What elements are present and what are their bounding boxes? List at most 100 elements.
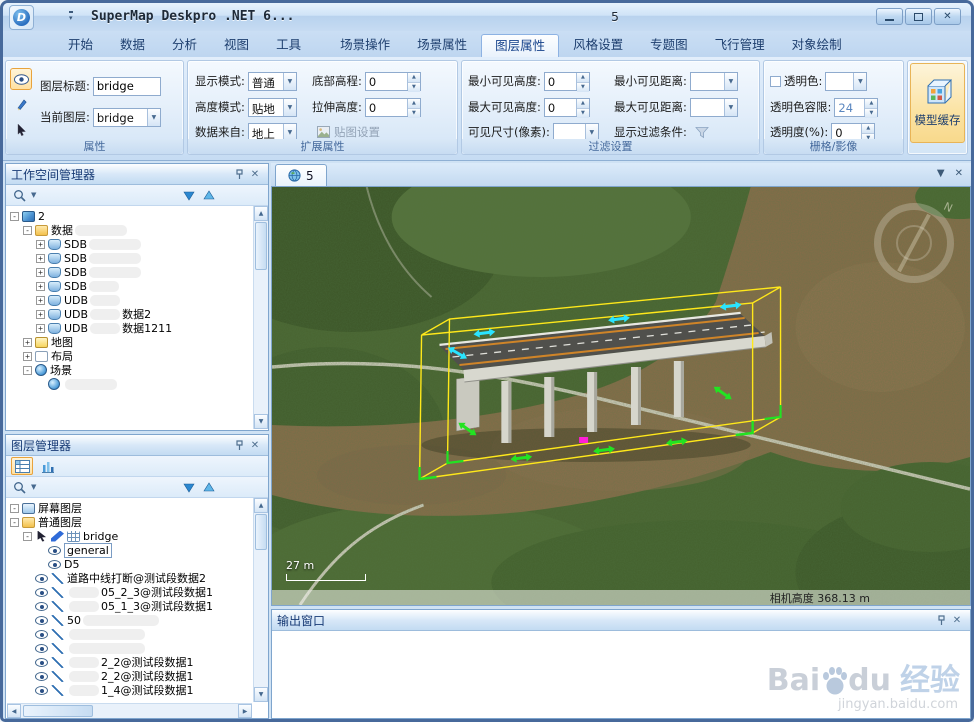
expand-icon[interactable]: +: [23, 337, 32, 347]
compass[interactable]: N: [874, 200, 954, 283]
layer-editable-toggle-button[interactable]: [10, 93, 32, 115]
layer-selectable-toggle-button[interactable]: [10, 118, 32, 140]
tree-item[interactable]: 50: [7, 613, 252, 627]
ribbon-tab-11[interactable]: 飞行管理: [702, 34, 778, 57]
max-visible-height-stepper[interactable]: 0 ▲ ▼: [543, 97, 590, 118]
expand-icon[interactable]: +: [36, 281, 45, 291]
scroll-thumb[interactable]: [255, 514, 267, 550]
move-up-icon[interactable]: [201, 479, 217, 495]
ribbon-tab-1[interactable]: 开始: [55, 34, 106, 57]
tree-item[interactable]: + 地图: [7, 335, 252, 349]
bottom-elevation-stepper[interactable]: 0 ▲ ▼: [364, 71, 421, 92]
spin-down-icon[interactable]: ▼: [865, 108, 878, 118]
tree-item[interactable]: - 数据: [7, 223, 252, 237]
search-dropdown-icon[interactable]: ▼: [31, 191, 36, 199]
expand-icon[interactable]: +: [36, 267, 45, 277]
dropdown-arrow-icon[interactable]: ▼: [282, 123, 296, 141]
search-icon[interactable]: [11, 479, 27, 495]
ribbon-tab-2[interactable]: 数据: [107, 34, 158, 57]
maximize-button[interactable]: [905, 8, 932, 25]
ribbon-tab-10[interactable]: 专题图: [637, 34, 701, 57]
close-button[interactable]: ✕: [934, 8, 961, 25]
spin-down-icon[interactable]: ▼: [407, 108, 420, 118]
scroll-right-icon[interactable]: ▶: [238, 704, 252, 718]
tree-item[interactable]: + UDB: [7, 293, 252, 307]
tree-item[interactable]: 道路中线打断@测试段数据2: [7, 571, 252, 585]
scroll-thumb[interactable]: [255, 222, 267, 270]
spin-up-icon[interactable]: ▲: [576, 98, 589, 109]
tree-item[interactable]: - bridge: [7, 529, 252, 543]
dropdown-arrow-icon[interactable]: ▼: [282, 72, 296, 90]
height-mode-select[interactable]: 贴地 ▼: [247, 97, 297, 117]
layer-hscrollbar[interactable]: ◀ ▶: [7, 703, 252, 718]
app-logo-icon[interactable]: D: [9, 5, 34, 30]
close-document-icon[interactable]: ✕: [955, 168, 963, 179]
tree-item[interactable]: + 布局: [7, 349, 252, 363]
ribbon-tab-6[interactable]: 场景操作: [327, 34, 403, 57]
collapse-icon[interactable]: -: [23, 365, 32, 375]
move-up-icon[interactable]: [201, 187, 217, 203]
dropdown-arrow-icon[interactable]: ▼: [282, 98, 296, 116]
layer-scrollbar[interactable]: ▲ ▼: [253, 498, 268, 702]
tree-item[interactable]: [7, 641, 252, 655]
search-dropdown-icon[interactable]: ▼: [31, 483, 36, 491]
tree-item[interactable]: [7, 627, 252, 641]
model-cache-button[interactable]: 模型缓存: [910, 63, 965, 143]
scene-document-tab[interactable]: 5: [275, 164, 327, 186]
scroll-thumb[interactable]: [23, 705, 93, 717]
tree-item[interactable]: + SDB: [7, 265, 252, 279]
tree-item[interactable]: + UDB 数据2: [7, 307, 252, 321]
tree-item[interactable]: [7, 377, 252, 391]
ribbon-tab-9[interactable]: 风格设置: [560, 34, 636, 57]
collapse-icon[interactable]: -: [23, 531, 32, 541]
dropdown-arrow-icon[interactable]: ▼: [853, 72, 867, 90]
spin-up-icon[interactable]: ▲: [407, 72, 420, 83]
expand-icon[interactable]: +: [36, 323, 45, 333]
minimize-button[interactable]: [876, 8, 903, 25]
ribbon-tab-12[interactable]: 对象绘制: [779, 34, 855, 57]
scroll-up-icon[interactable]: ▲: [254, 206, 268, 221]
pin-icon[interactable]: [933, 612, 949, 628]
ribbon-tab-8[interactable]: 图层属性: [481, 34, 560, 57]
tree-item[interactable]: + SDB: [7, 251, 252, 265]
close-icon[interactable]: ✕: [949, 612, 965, 628]
quick-access-dropdown-icon[interactable]: ▾: [69, 11, 73, 22]
dropdown-arrow-icon[interactable]: ▼: [723, 98, 737, 116]
pin-icon[interactable]: [231, 166, 247, 182]
current-layer-select[interactable]: bridge ▼: [92, 107, 161, 127]
expand-icon[interactable]: +: [36, 295, 45, 305]
dropdown-arrow-icon[interactable]: ▼: [584, 123, 598, 141]
scroll-down-icon[interactable]: ▼: [254, 414, 268, 429]
ribbon-tab-5[interactable]: 工具: [263, 34, 314, 57]
collapse-icon[interactable]: -: [10, 503, 19, 513]
spin-down-icon[interactable]: ▼: [576, 82, 589, 92]
min-visible-height-stepper[interactable]: 0 ▲ ▼: [543, 71, 590, 92]
dropdown-arrow-icon[interactable]: ▼: [146, 108, 160, 126]
collapse-icon[interactable]: -: [10, 211, 19, 221]
expand-icon[interactable]: +: [36, 309, 45, 319]
layer-panel-header[interactable]: 图层管理器 ✕: [6, 435, 268, 456]
layer-list-view-button[interactable]: [11, 457, 33, 475]
tree-item[interactable]: general: [7, 542, 252, 558]
max-visible-distance-select[interactable]: ▼: [689, 97, 738, 117]
close-icon[interactable]: ✕: [247, 437, 263, 453]
tree-item[interactable]: + SDB: [7, 279, 252, 293]
expand-icon[interactable]: +: [36, 239, 45, 249]
spin-up-icon[interactable]: ▲: [407, 98, 420, 109]
scroll-down-icon[interactable]: ▼: [254, 687, 268, 702]
move-down-icon[interactable]: [181, 479, 197, 495]
tree-item[interactable]: - 普通图层: [7, 515, 252, 529]
layer-title-input[interactable]: [92, 76, 161, 96]
tree-item[interactable]: 2_2@测试段数据1: [7, 669, 252, 683]
ribbon-tab-4[interactable]: 视图: [211, 34, 262, 57]
spin-up-icon[interactable]: ▲: [865, 98, 878, 109]
layer-chart-view-button[interactable]: [37, 457, 59, 475]
tree-item[interactable]: 2_2@测试段数据1: [7, 655, 252, 669]
filter-condition-button[interactable]: [690, 124, 714, 141]
scene-3d-viewport[interactable]: N 27 m 相机高度 368.13 m: [271, 187, 971, 606]
collapse-icon[interactable]: -: [10, 517, 19, 527]
display-mode-select[interactable]: 普通 ▼: [247, 71, 297, 91]
tree-item[interactable]: + UDB 数据1211: [7, 321, 252, 335]
workspace-scrollbar[interactable]: ▲ ▼: [253, 206, 268, 429]
layer-visible-toggle-button[interactable]: [10, 68, 32, 90]
